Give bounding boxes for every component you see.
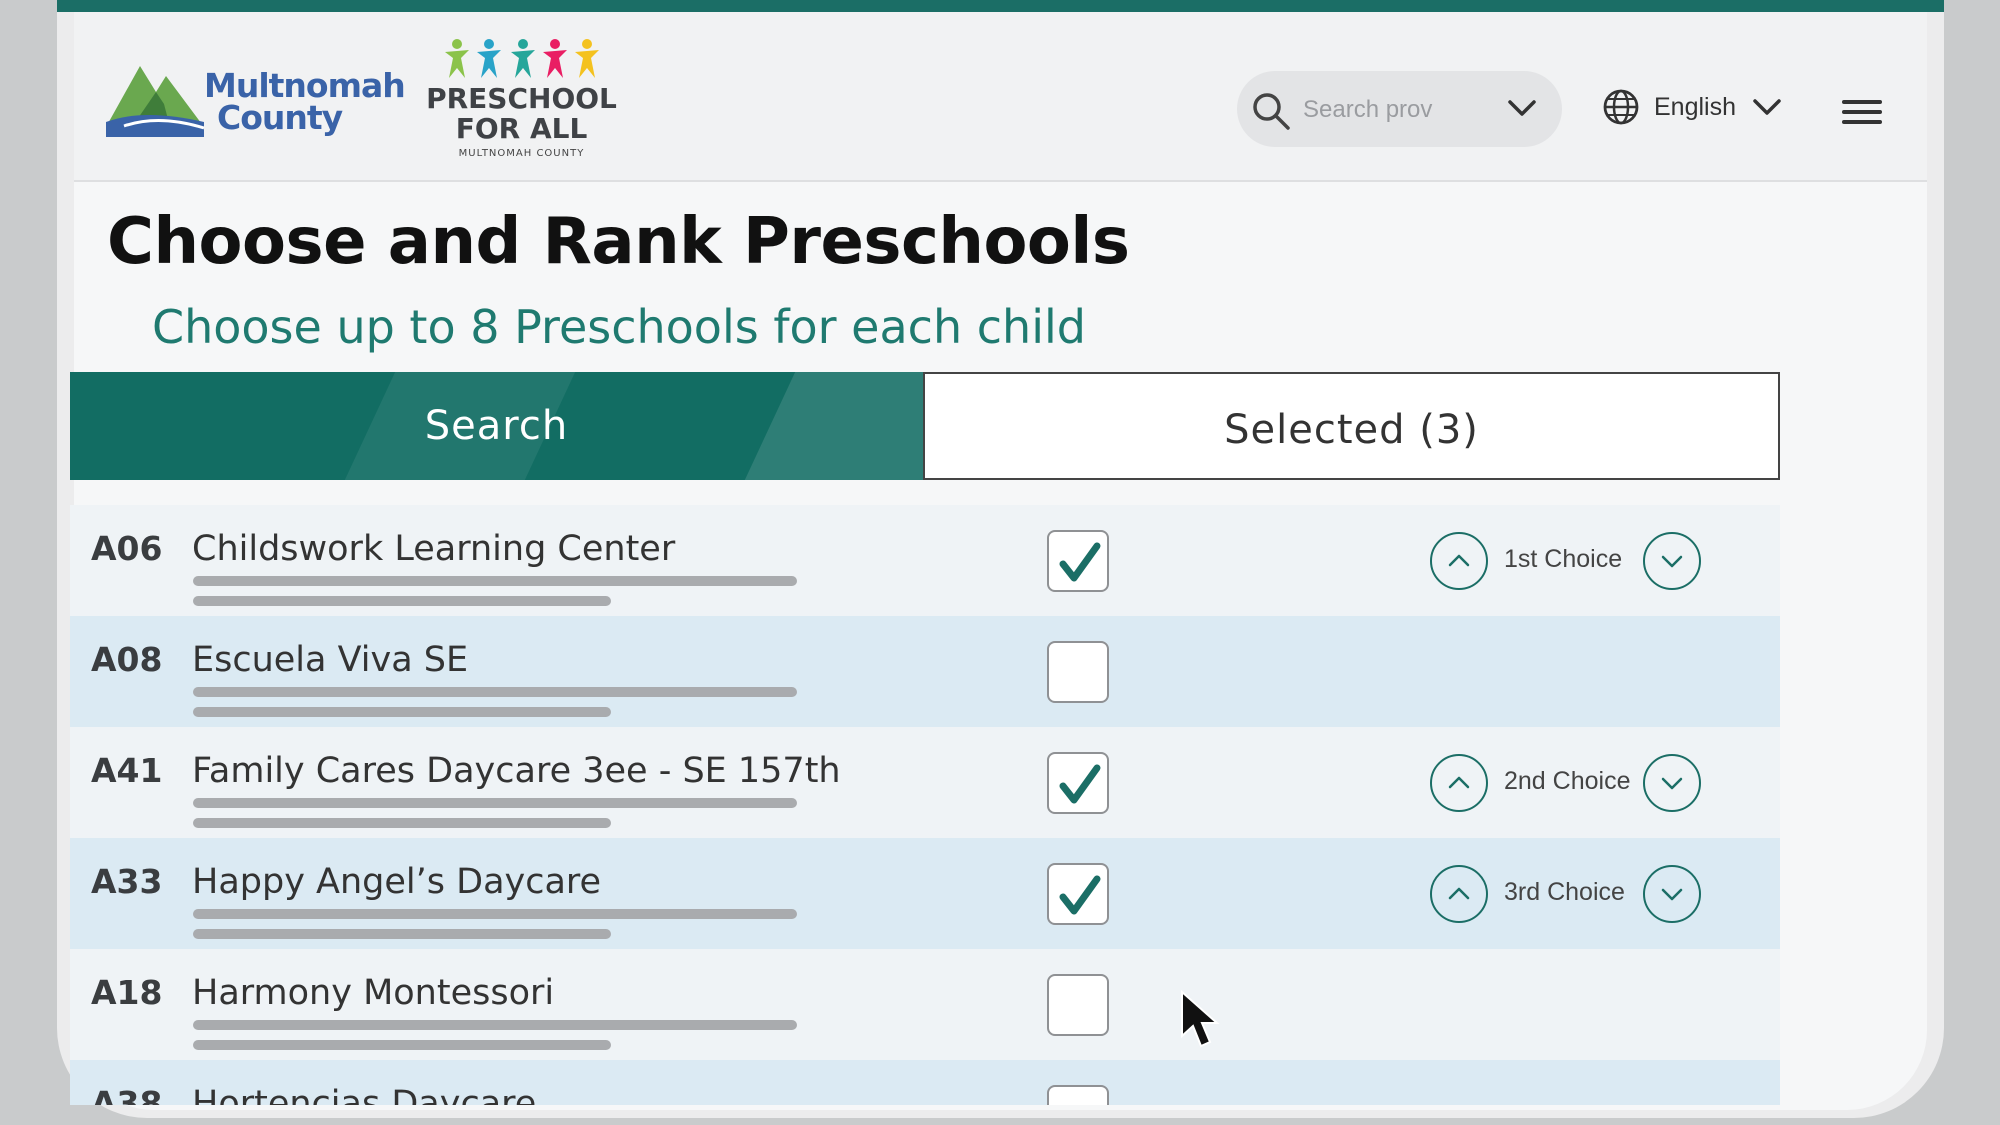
details-placeholder-bar [193, 576, 797, 586]
choice-rank-label: 1st Choice [1504, 545, 1623, 573]
details-placeholder-bar [193, 818, 611, 828]
school-code: A38 [91, 1084, 163, 1105]
school-code: A33 [91, 862, 163, 901]
details-placeholder-bar [193, 1040, 611, 1050]
language-label: English [1654, 93, 1736, 121]
list-item[interactable]: A18 Harmony Montessori [70, 949, 1780, 1060]
details-placeholder-bar [193, 687, 797, 697]
school-name: Childswork Learning Center [192, 529, 676, 569]
school-code: A06 [91, 529, 163, 568]
hamburger-menu-icon[interactable] [1842, 100, 1882, 130]
children-figures-icon [444, 39, 599, 78]
list-item[interactable]: A33 Happy Angel’s Daycare 3rd Choice [70, 838, 1780, 949]
select-checkbox[interactable] [1047, 1085, 1109, 1105]
details-placeholder-bar [193, 909, 797, 919]
org-logo-line2: County [217, 98, 343, 137]
program-logo-line2: FOR ALL [455, 112, 588, 145]
list-item[interactable]: A08 Escuela Viva SE [70, 616, 1780, 727]
school-code: A18 [91, 973, 163, 1012]
tab-selected-label: Selected (3) [1224, 407, 1479, 453]
provider-search[interactable] [1237, 71, 1562, 147]
preschool-for-all-logo[interactable]: PRESCHOOL FOR ALL MULTNOMAH COUNTY [414, 36, 629, 176]
school-code: A08 [91, 640, 163, 679]
program-logo-line3: MULTNOMAH COUNTY [458, 148, 585, 159]
select-checkbox[interactable] [1047, 641, 1109, 703]
details-placeholder-bar [193, 596, 611, 606]
search-icon [1251, 91, 1291, 136]
school-name: Harmony Montessori [192, 973, 555, 1013]
chevron-down-icon [1752, 96, 1782, 123]
tab-bar: Search Selected (3) [70, 372, 1780, 480]
rank-up-button[interactable] [1430, 754, 1488, 812]
program-logo-line1: PRESCHOOL [426, 82, 617, 115]
rank-down-button[interactable] [1643, 754, 1701, 812]
tab-search[interactable]: Search [70, 372, 923, 480]
chevron-down-icon[interactable] [1507, 97, 1537, 124]
tab-selected[interactable]: Selected (3) [923, 372, 1780, 480]
select-checkbox[interactable] [1047, 530, 1109, 592]
rank-up-button[interactable] [1430, 865, 1488, 923]
rank-down-button[interactable] [1643, 532, 1701, 590]
list-item[interactable]: A38 Hortencias Daycare [70, 1060, 1780, 1105]
rank-down-button[interactable] [1643, 865, 1701, 923]
list-item[interactable]: A06 Childswork Learning Center 1st Choice [70, 505, 1780, 616]
page-title: Choose and Rank Preschools [107, 205, 1130, 279]
choice-rank-label: 2nd Choice [1504, 767, 1631, 795]
select-checkbox[interactable] [1047, 974, 1109, 1036]
mountain-icon [106, 66, 205, 137]
details-placeholder-bar [193, 798, 797, 808]
rank-up-button[interactable] [1430, 532, 1488, 590]
choice-rank-label: 3rd Choice [1504, 878, 1625, 906]
globe-icon [1602, 88, 1640, 131]
top-accent-strip [57, 0, 1944, 12]
school-name: Escuela Viva SE [192, 640, 469, 680]
details-placeholder-bar [193, 1020, 797, 1030]
details-placeholder-bar [193, 707, 611, 717]
select-checkbox[interactable] [1047, 863, 1109, 925]
list-item[interactable]: A41 Family Cares Daycare 3ee - SE 157th 2n… [70, 727, 1780, 838]
multnomah-county-logo[interactable]: Multnomah County [104, 52, 406, 152]
preschool-list: A06 Childswork Learning Center 1st Choice A… [70, 505, 1780, 1105]
school-name: Family Cares Daycare 3ee - SE 157th [192, 751, 841, 791]
page-subtitle: Choose up to 8 Preschools for each child [152, 300, 1086, 354]
mouse-cursor-icon [1181, 990, 1220, 1048]
search-input[interactable] [1301, 89, 1495, 131]
tab-search-label: Search [424, 403, 569, 449]
select-checkbox[interactable] [1047, 752, 1109, 814]
school-name: Hortencias Daycare [192, 1084, 537, 1105]
school-name: Happy Angel’s Daycare [192, 862, 602, 902]
school-code: A41 [91, 751, 163, 790]
site-header: Multnomah County PRESCHOOL FOR ALL MULTN… [74, 12, 1927, 182]
details-placeholder-bar [193, 929, 611, 939]
